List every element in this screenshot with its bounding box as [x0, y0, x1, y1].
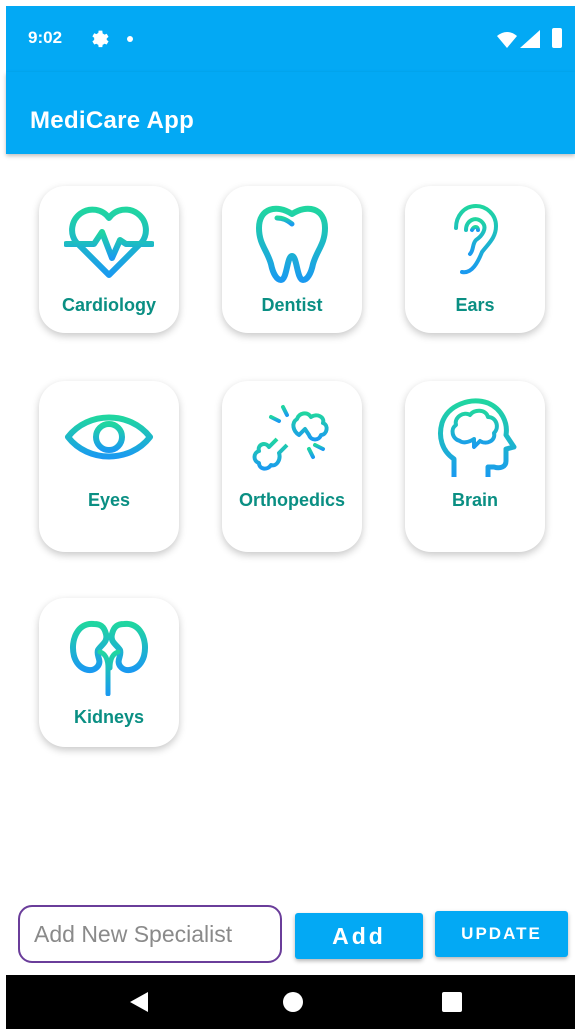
specialty-label: Eyes [87, 490, 131, 510]
tooth-icon [256, 205, 328, 283]
specialty-label: Dentist [261, 295, 323, 315]
heart-pulse-icon [64, 206, 154, 278]
specialty-card-dentist[interactable]: Dentist [222, 186, 362, 333]
gear-icon [92, 30, 109, 48]
broken-bone-icon [252, 405, 329, 471]
specialty-card-orthopedics[interactable]: Orthopedics [222, 381, 362, 552]
specialty-card-eyes[interactable]: Eyes [39, 381, 179, 552]
kidneys-icon [70, 620, 148, 696]
specialty-label: Kidneys [73, 707, 145, 727]
navigation-bar [6, 975, 575, 1029]
notification-dot-icon [127, 36, 133, 42]
wifi-icon [497, 32, 517, 48]
specialty-card-kidneys[interactable]: Kidneys [39, 598, 179, 747]
specialty-label: Orthopedics [238, 490, 345, 510]
home-icon[interactable] [283, 992, 303, 1012]
add-button[interactable]: Add [295, 913, 423, 959]
signal-icon [520, 30, 540, 48]
app-title: MediCare App [30, 107, 195, 134]
new-specialist-input[interactable]: Add New Specialist [18, 905, 282, 963]
specialty-label: Brain [451, 490, 498, 510]
recents-icon[interactable] [442, 992, 462, 1012]
update-button[interactable]: UPDATE [435, 911, 568, 957]
status-time: 9:02 [28, 28, 63, 47]
status-bar: 9:02 [6, 6, 575, 72]
specialty-card-brain[interactable]: Brain [405, 381, 545, 552]
specialty-card-cardiology[interactable]: Cardiology [39, 186, 179, 333]
specialty-label: Ears [455, 295, 495, 315]
battery-icon [552, 28, 562, 48]
ear-icon [454, 203, 499, 275]
specialty-card-ears[interactable]: Ears [405, 186, 545, 333]
brain-head-icon [438, 398, 517, 477]
app-bar: MediCare App [6, 72, 575, 154]
back-icon[interactable] [130, 992, 148, 1012]
eye-icon [65, 414, 153, 460]
specialty-label: Cardiology [61, 295, 156, 315]
